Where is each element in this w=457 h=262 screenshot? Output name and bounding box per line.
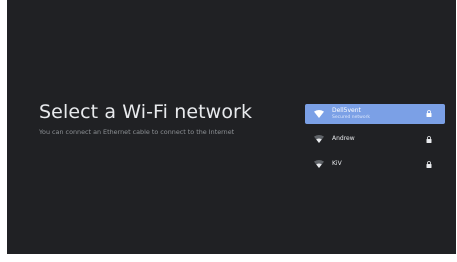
lock-icon [426, 110, 432, 117]
network-name: KiV [332, 160, 342, 167]
network-item-kiv[interactable]: KiV [305, 153, 445, 175]
lock-icon [426, 161, 432, 168]
tv-screen: Select a Wi-Fi network You can connect a… [7, 0, 456, 254]
lock-icon [426, 136, 432, 143]
network-item-andrew[interactable]: Andrew [305, 128, 445, 150]
wifi-icon [314, 135, 324, 143]
page-subtitle: You can connect an Ethernet cable to con… [39, 128, 235, 136]
wifi-icon [314, 110, 324, 118]
network-item-dell5vent[interactable]: Dell5vent Secured network [305, 104, 445, 124]
wifi-icon [314, 160, 324, 168]
page-title: Select a Wi-Fi network [39, 101, 253, 123]
network-status: Secured network [332, 115, 371, 120]
network-list: Dell5vent Secured network Andrew KiV [305, 104, 445, 178]
network-name: Andrew [332, 135, 355, 142]
network-name: Dell5vent [332, 107, 361, 114]
